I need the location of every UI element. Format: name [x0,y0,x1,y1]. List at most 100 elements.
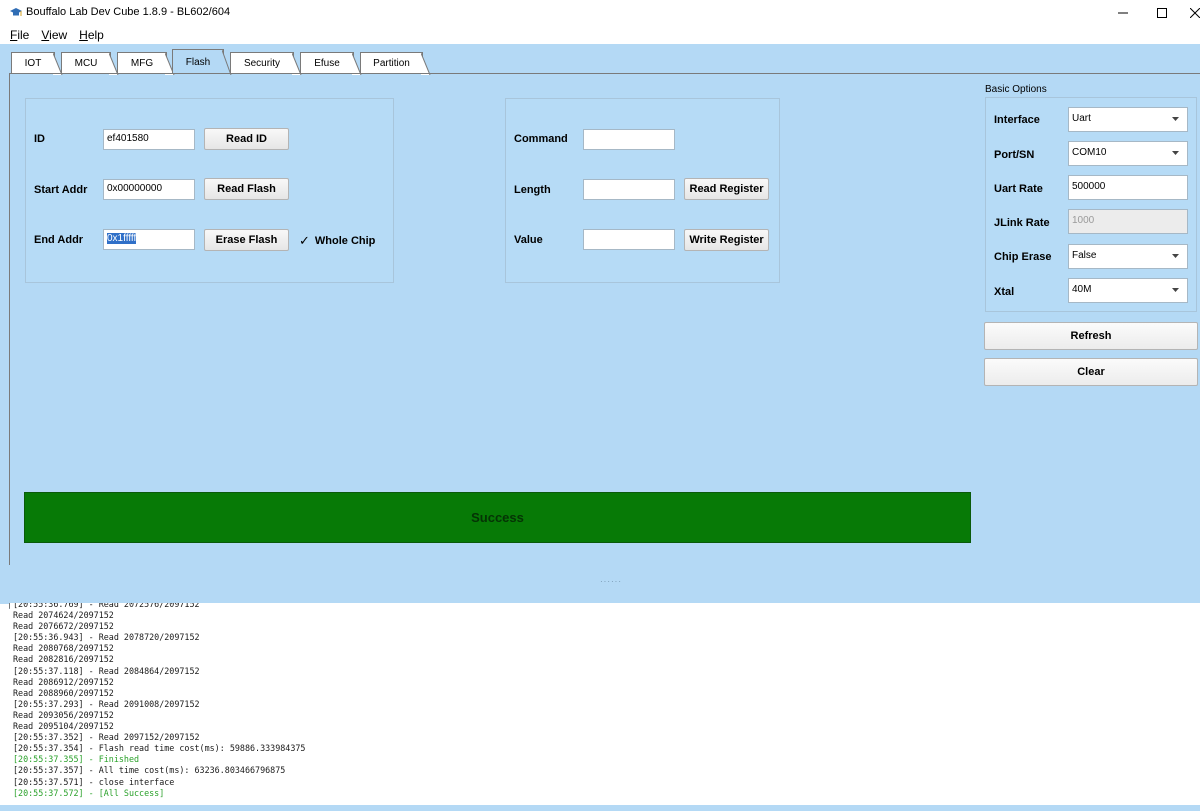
uart-rate-label: Uart Rate [994,183,1043,195]
tab-flash-label: Flash [185,56,211,68]
log-line: [20:55:36.943] - Read 2078720/2097152 [13,632,200,643]
interface-select[interactable]: Uart [1068,107,1188,132]
tab-mcu-label: MCU [74,58,98,69]
menu-help-mnemonic: H [79,28,88,42]
value-field[interactable] [583,229,675,250]
read-id-button[interactable]: Read ID [204,128,289,150]
log-line: Read 2093056/2097152 [13,709,114,720]
tab-mcu[interactable]: MCU [61,52,119,75]
close-icon [1190,8,1200,18]
xtal-label: Xtal [994,286,1015,298]
whole-chip-label: Whole Chip [314,235,376,247]
grip-icon: ······ [600,577,622,586]
chevron-down-icon [1172,288,1179,292]
menu-help-label: elp [87,28,104,42]
menu-view-label: iew [49,28,68,42]
log-line: [20:55:37.355] - Finished [13,754,140,765]
window-bottom-border [0,805,1200,811]
port-value: COM10 [1072,147,1107,158]
log-line: Read 2080768/2097152 [13,643,114,654]
read-register-button[interactable]: Read Register [684,178,769,200]
tab-mfg-label: MFG [130,58,154,69]
status-banner: Success [24,492,971,543]
id-field[interactable]: ef401580 [103,129,195,150]
menu-help[interactable]: Help [79,28,104,42]
log-line: Read 2095104/2097152 [13,721,114,732]
id-label: ID [34,133,45,145]
xtal-value: 40M [1072,284,1092,295]
tab-iot[interactable]: IOT [11,52,63,75]
chevron-down-icon [1172,254,1179,258]
log-line: [20:55:37.118] - Read 2084864/2097152 [13,665,200,676]
uart-rate-field[interactable]: 500000 [1068,175,1188,200]
tab-efuse-label: Efuse [314,58,340,69]
clear-button[interactable]: Clear [984,358,1198,386]
tab-security-label: Security [243,58,281,69]
port-label: Port/SN [994,149,1035,161]
menu-view-mnemonic: V [41,28,50,42]
chip-erase-value: False [1072,250,1097,261]
erase-flash-button[interactable]: Erase Flash [204,229,289,251]
minimize-icon [1118,12,1128,14]
length-field[interactable] [583,179,675,200]
end-addr-label: End Addr [34,234,84,246]
basic-options-title: Basic Options [985,84,1047,95]
menu-bar: File View Help [0,26,1200,44]
maximize-icon [1157,8,1167,18]
log-line: Read 2074624/2097152 [13,610,114,621]
log-line: Read 2088960/2097152 [13,687,114,698]
tab-efuse[interactable]: Efuse [300,52,362,75]
log-line: [20:55:37.572] - [All Success] [13,787,165,798]
start-addr-label: Start Addr [34,184,88,196]
value-label: Value [514,234,543,246]
whole-chip-checkbox[interactable]: ✓ Whole Chip [299,233,375,249]
tab-partition[interactable]: Partition [360,52,431,75]
maximize-button[interactable] [1142,0,1182,26]
chip-erase-select[interactable]: False [1068,244,1188,269]
command-field[interactable] [583,129,675,150]
chip-erase-label: Chip Erase [994,251,1052,263]
tab-security[interactable]: Security [230,52,302,75]
log-line: [20:55:37.354] - Flash read time cost(ms… [13,743,306,754]
log-line: [20:55:37.293] - Read 2091008/2097152 [13,698,200,709]
port-select[interactable]: COM10 [1068,141,1188,166]
end-addr-field[interactable]: 0x1fffff [103,229,195,250]
menu-file-label: ile [17,28,30,42]
refresh-button[interactable]: Refresh [984,322,1198,350]
tab-flash[interactable]: Flash [172,49,232,75]
menu-view[interactable]: View [41,28,67,42]
jlink-rate-label: JLink Rate [994,217,1050,229]
checkmark-icon: ✓ [299,233,310,248]
title-bar: Bouffalo Lab Dev Cube 1.8.9 - BL602/604 [0,0,1200,26]
tab-mfg[interactable]: MFG [117,52,175,75]
close-button[interactable] [1180,0,1200,26]
end-addr-value: 0x1fffff [107,233,137,244]
command-label: Command [514,133,568,145]
log-line: [20:55:37.571] - close interface [13,776,175,787]
log-line: Read 2082816/2097152 [13,654,114,665]
xtal-select[interactable]: 40M [1068,278,1188,303]
read-flash-button[interactable]: Read Flash [204,178,289,200]
interface-value: Uart [1072,113,1091,124]
log-line: [20:55:36.769] - Read 2072576/2097152 [13,603,200,609]
tab-partition-label: Partition [373,58,410,69]
menu-file[interactable]: File [10,28,29,42]
graduation-cap-icon [10,8,22,16]
start-addr-field[interactable]: 0x00000000 [103,179,195,200]
chevron-down-icon [1172,117,1179,121]
window-title: Bouffalo Lab Dev Cube 1.8.9 - BL602/604 [26,6,231,18]
write-register-button[interactable]: Write Register [684,229,769,251]
length-label: Length [514,184,551,196]
log-line: [20:55:37.352] - Read 2097152/2097152 [13,732,200,743]
log-line: Read 2086912/2097152 [13,676,114,687]
log-console[interactable]: [20:55:36.769] - Read 2072576/2097152 Rea… [10,603,1200,805]
interface-label: Interface [994,114,1040,126]
log-line: [20:55:37.357] - All time cost(ms): 6323… [13,765,286,776]
tab-bar: IOT MCU MFG Flash Security Efuse Partiti… [0,44,1200,75]
chevron-down-icon [1172,151,1179,155]
tab-edge-decoration [421,53,431,75]
minimize-button[interactable] [1103,0,1143,26]
splitter-handle[interactable]: ······ [0,565,1200,603]
log-lines: [20:55:36.769] - Read 2072576/2097152 Rea… [13,603,305,799]
jlink-rate-field: 1000 [1068,209,1188,234]
